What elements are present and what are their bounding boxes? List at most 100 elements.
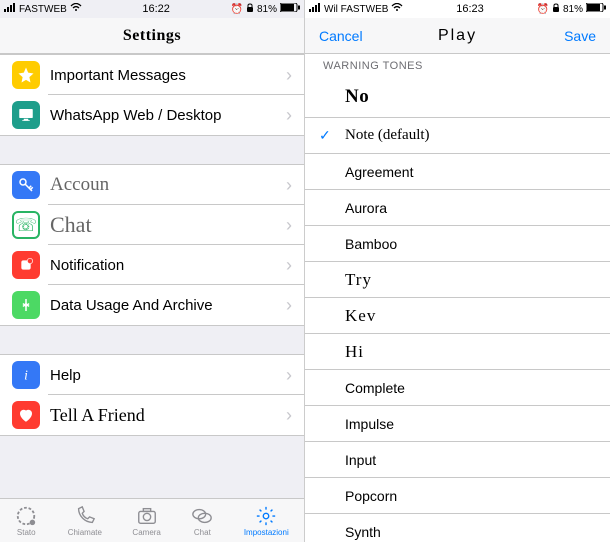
chevron-right-icon: › (286, 365, 292, 386)
tone-label: Try (345, 270, 372, 290)
carrier-label: FASTWEB (19, 4, 67, 15)
settings-screen: FASTWEB 16:22 ⏰ 81% Settings Important M… (0, 0, 305, 542)
settings-row-web[interactable]: WhatsApp Web / Desktop› (0, 95, 304, 135)
chevron-right-icon: › (286, 175, 292, 196)
tab-stato[interactable]: Stato (15, 505, 37, 537)
arrows-icon (12, 291, 40, 319)
row-label: Accoun (50, 174, 286, 196)
tab-label: Chiamate (68, 528, 102, 537)
tone-label: Impulse (345, 416, 394, 432)
tone-row[interactable]: No (305, 76, 610, 118)
tab-camera[interactable]: Camera (132, 505, 160, 537)
tab-label: Chat (194, 528, 211, 537)
row-label: Chat (50, 212, 286, 238)
chevron-right-icon: › (286, 105, 292, 126)
carrier-label: Wil FASTWEB (324, 4, 388, 15)
tone-label: Hi (345, 342, 364, 362)
gear-icon (255, 505, 277, 527)
tone-label: Kev (345, 306, 376, 326)
section-header: WARNING TONES (305, 54, 610, 76)
status-bar-left: FASTWEB 16:22 ⏰ 81% (0, 0, 304, 18)
tone-label: Complete (345, 380, 405, 396)
lock-icon (552, 3, 560, 16)
battery-pct: 81% (563, 4, 583, 15)
tone-picker-screen: Wil FASTWEB 16:23 ⏰ 81% Cancel Play Save… (305, 0, 610, 542)
chevron-right-icon: › (286, 405, 292, 426)
tone-row[interactable]: Note (default) (305, 118, 610, 154)
save-button[interactable]: Save (564, 28, 596, 44)
alarm-icon: ⏰ (537, 4, 549, 15)
phone-icon (74, 505, 96, 527)
chevron-right-icon: › (286, 215, 292, 236)
tab-chat[interactable]: Chat (191, 505, 213, 537)
tab-label: Stato (17, 528, 36, 537)
battery-icon (586, 3, 606, 15)
camera-icon (136, 505, 158, 527)
tone-label: Bamboo (345, 236, 397, 252)
settings-row-important[interactable]: Important Messages› (0, 55, 304, 95)
row-label: Important Messages (50, 67, 286, 84)
signal-icon (309, 3, 321, 15)
tone-row[interactable]: Agreement (305, 154, 610, 190)
wifi-icon (391, 3, 403, 15)
page-title: Play (438, 27, 477, 45)
tone-row[interactable]: Bamboo (305, 226, 610, 262)
info-icon: i (12, 361, 40, 389)
clock: 16:23 (456, 3, 484, 15)
tab-label: Impostazioni (244, 528, 289, 537)
signal-icon (4, 3, 16, 15)
tone-row[interactable]: Kev (305, 298, 610, 334)
battery-pct: 81% (257, 4, 277, 15)
page-title: Settings (123, 27, 181, 45)
clock: 16:22 (142, 3, 170, 15)
chevron-right-icon: › (286, 255, 292, 276)
tone-row[interactable]: Hi (305, 334, 610, 370)
tone-row[interactable]: Complete (305, 370, 610, 406)
row-label: WhatsApp Web / Desktop (50, 107, 286, 124)
tab-chiamate[interactable]: Chiamate (68, 505, 102, 537)
tone-list: WARNING TONES No Note (default) Agreement A… (305, 54, 610, 542)
tone-row[interactable]: Input (305, 442, 610, 478)
tone-label: Note (default) (345, 127, 430, 144)
tone-label: Agreement (345, 164, 413, 180)
settings-row-notif[interactable]: Notification› (0, 245, 304, 285)
tone-label: Synth (345, 524, 381, 540)
tone-row[interactable]: Popcorn (305, 478, 610, 514)
cancel-button[interactable]: Cancel (319, 28, 363, 44)
tone-row[interactable]: Impulse (305, 406, 610, 442)
tone-row[interactable]: Try (305, 262, 610, 298)
settings-row-chat[interactable]: ☏ Chat› (0, 205, 304, 245)
chevron-right-icon: › (286, 65, 292, 86)
row-label: Notification (50, 257, 286, 274)
status-bar-right: Wil FASTWEB 16:23 ⏰ 81% (305, 0, 610, 18)
settings-list: Important Messages›WhatsApp Web / Deskto… (0, 54, 304, 498)
svg-text:i: i (24, 368, 28, 383)
settings-row-tell[interactable]: Tell A Friend› (0, 395, 304, 435)
settings-row-help[interactable]: iHelp› (0, 355, 304, 395)
tone-label: Popcorn (345, 488, 397, 504)
tab-label: Camera (132, 528, 160, 537)
tab-impostazioni[interactable]: Impostazioni (244, 505, 289, 537)
settings-row-account[interactable]: Accoun› (0, 165, 304, 205)
tab-bar: Stato Chiamate Camera Chat Impostazioni (0, 498, 304, 542)
settings-row-data[interactable]: Data Usage And Archive› (0, 285, 304, 325)
desktop-icon (12, 101, 40, 129)
tone-label: No (345, 86, 369, 108)
row-label: Tell A Friend (50, 405, 286, 426)
tone-row[interactable]: Synth (305, 514, 610, 542)
bell-icon (12, 251, 40, 279)
battery-icon (280, 3, 300, 15)
whatsapp-icon: ☏ (12, 211, 40, 239)
chat-bubbles-icon (191, 505, 213, 527)
tone-label: Aurora (345, 200, 387, 216)
wifi-icon (70, 3, 82, 15)
alarm-icon: ⏰ (231, 4, 243, 15)
row-label: Data Usage And Archive (50, 297, 286, 314)
tone-row[interactable]: Aurora (305, 190, 610, 226)
nav-header-tones: Cancel Play Save (305, 18, 610, 54)
key-icon (12, 171, 40, 199)
chevron-right-icon: › (286, 295, 292, 316)
heart-icon (12, 401, 40, 429)
status-ring-icon (15, 505, 37, 527)
nav-header-settings: Settings (0, 18, 304, 54)
